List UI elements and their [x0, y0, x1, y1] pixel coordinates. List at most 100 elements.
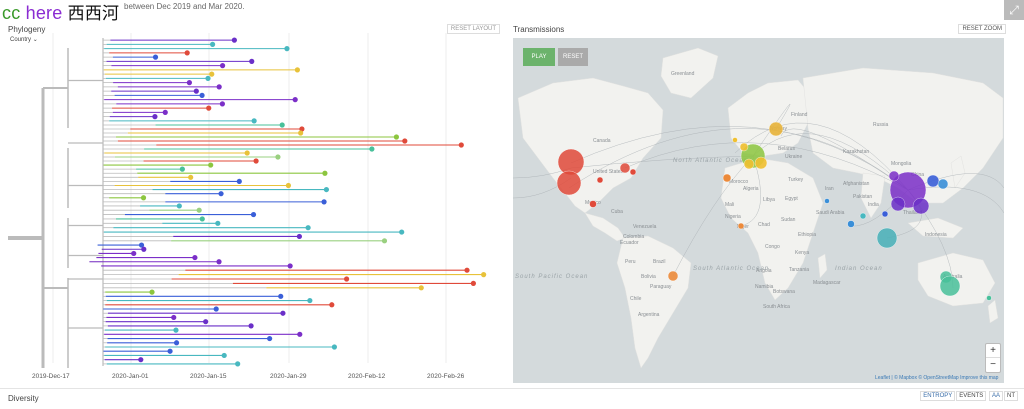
tree-tip[interactable]: [152, 54, 159, 60]
bubble[interactable]: [732, 137, 738, 143]
bubble[interactable]: [847, 220, 855, 228]
tree-tip[interactable]: [323, 186, 330, 193]
expand-icon[interactable]: ⤢: [1004, 0, 1024, 20]
bubble-us-east[interactable]: [619, 162, 631, 174]
tree-tip[interactable]: [402, 138, 408, 144]
tree-tip[interactable]: [393, 134, 400, 140]
tree-tip[interactable]: [199, 92, 205, 98]
tree-tip[interactable]: [184, 50, 190, 56]
tree-tip[interactable]: [236, 178, 242, 185]
tree-tip[interactable]: [188, 174, 194, 180]
bubble[interactable]: [926, 174, 940, 188]
tree-tip[interactable]: [149, 289, 155, 295]
tree-tip[interactable]: [296, 233, 302, 240]
tree-tip[interactable]: [209, 41, 216, 47]
tree-tip[interactable]: [307, 297, 313, 304]
tree-tip[interactable]: [218, 191, 224, 197]
tree-tip[interactable]: [369, 146, 375, 152]
tree-tip[interactable]: [171, 314, 177, 321]
tree-tip[interactable]: [199, 216, 205, 222]
tree-tip[interactable]: [131, 250, 137, 257]
map-attribution[interactable]: Leaflet | © Mapbox © OpenStreetMap Impro…: [875, 375, 998, 381]
tree-tip[interactable]: [278, 293, 284, 299]
bubble[interactable]: [890, 196, 906, 212]
bubble-australia[interactable]: [939, 275, 961, 297]
tree-tip[interactable]: [279, 122, 285, 128]
play-button[interactable]: PLAY: [523, 48, 555, 66]
bubble-indonesia[interactable]: [876, 227, 898, 249]
bubble-nz[interactable]: [986, 295, 992, 301]
tree-tip[interactable]: [173, 340, 180, 346]
tree-tip[interactable]: [249, 58, 255, 64]
tree-tip[interactable]: [173, 327, 179, 333]
bubble[interactable]: [754, 156, 768, 170]
tree-tip[interactable]: [285, 182, 292, 189]
bubble[interactable]: [596, 176, 604, 184]
tree-tip[interactable]: [322, 170, 328, 176]
tree-tip[interactable]: [205, 75, 211, 81]
tree-tip[interactable]: [203, 319, 209, 325]
tree-tip[interactable]: [219, 101, 225, 107]
tree-tip[interactable]: [138, 357, 144, 363]
bubble-us-west-2[interactable]: [556, 170, 582, 196]
transmission-map[interactable]: Greenland Canada Russia Mongolia Norway …: [513, 38, 1004, 383]
tree-tip[interactable]: [297, 331, 303, 337]
bubble[interactable]: [881, 210, 889, 218]
tree-tip[interactable]: [294, 67, 300, 73]
bubble[interactable]: [937, 178, 949, 190]
tree-tip[interactable]: [216, 259, 222, 265]
bubble[interactable]: [739, 142, 749, 152]
tree-tip[interactable]: [193, 88, 199, 94]
tree-tip[interactable]: [209, 71, 215, 77]
tree-tip[interactable]: [253, 158, 259, 164]
tree-tip[interactable]: [381, 238, 388, 244]
nt-button[interactable]: NT: [1004, 391, 1018, 401]
tree-tip[interactable]: [331, 344, 338, 350]
phylogeny-tree[interactable]: 2019-Dec-17 2020-Jan-01 2020-Jan-15 2020…: [8, 28, 494, 382]
bubble[interactable]: [629, 168, 637, 176]
tree-tip[interactable]: [250, 211, 257, 218]
events-button[interactable]: EVENTS: [956, 391, 987, 401]
tree-tip[interactable]: [284, 46, 290, 52]
tree-tip[interactable]: [248, 323, 254, 329]
tree-tip[interactable]: [140, 195, 147, 201]
bubble[interactable]: [737, 222, 745, 230]
tree-tip[interactable]: [418, 285, 424, 291]
bubble[interactable]: [859, 212, 867, 220]
tree-tip[interactable]: [298, 130, 304, 136]
tree-tip[interactable]: [292, 97, 298, 103]
zoom-out-button[interactable]: −: [986, 358, 1000, 371]
tree-tip[interactable]: [287, 263, 293, 269]
tree-tip[interactable]: [280, 310, 286, 316]
world-map[interactable]: Greenland Canada Russia Mongolia Norway …: [513, 38, 1004, 383]
bubble[interactable]: [743, 158, 755, 170]
tree-tip[interactable]: [192, 254, 198, 261]
tree-tip[interactable]: [481, 272, 487, 278]
tree-tip[interactable]: [458, 142, 464, 148]
tree-tip[interactable]: [221, 352, 227, 359]
bubble[interactable]: [722, 173, 732, 183]
reset-zoom-button[interactable]: RESET ZOOM: [958, 24, 1006, 34]
tree-tip[interactable]: [464, 267, 470, 273]
tree-tip[interactable]: [399, 229, 405, 235]
tree-tip[interactable]: [208, 162, 214, 168]
tree-tip[interactable]: [251, 118, 257, 124]
zoom-in-button[interactable]: +: [986, 344, 1000, 358]
tree-tip[interactable]: [305, 225, 311, 231]
tree-tip[interactable]: [213, 306, 219, 312]
tree-tip[interactable]: [470, 280, 476, 286]
tree-tip[interactable]: [141, 246, 147, 252]
bubble[interactable]: [912, 197, 930, 215]
tree-tip[interactable]: [329, 302, 335, 308]
tree-tip[interactable]: [231, 37, 237, 43]
bubble-mexico[interactable]: [589, 200, 597, 208]
tree-tip[interactable]: [216, 84, 222, 90]
tree-tip[interactable]: [206, 105, 212, 111]
tree-tip[interactable]: [344, 276, 350, 282]
tree-tip[interactable]: [244, 150, 250, 156]
aa-button[interactable]: AA: [988, 391, 1003, 401]
tree-tip[interactable]: [152, 114, 158, 120]
reset-animation-button[interactable]: RESET: [558, 48, 588, 66]
site-logo[interactable]: cc here 西西河: [2, 0, 119, 24]
bubble-russia-west[interactable]: [768, 121, 784, 137]
